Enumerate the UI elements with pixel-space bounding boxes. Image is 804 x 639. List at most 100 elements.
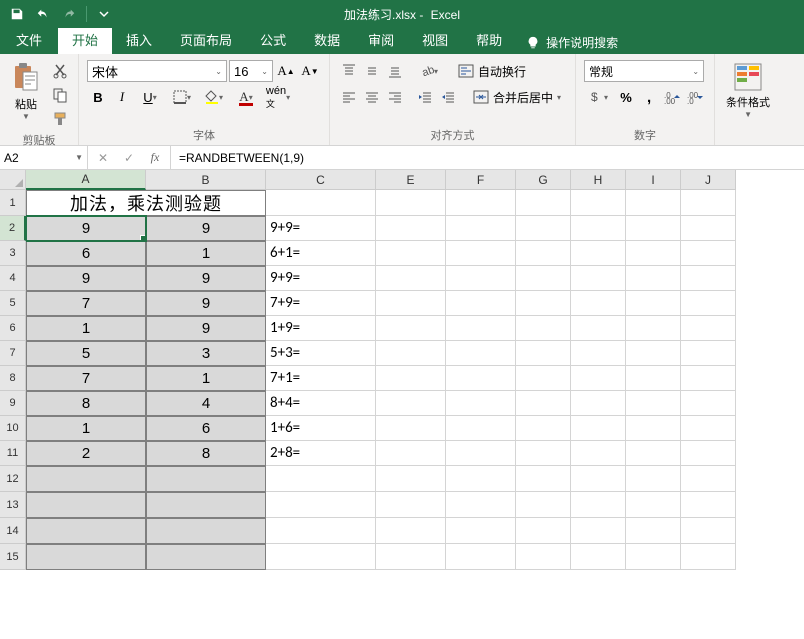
italic-button[interactable]: I xyxy=(111,86,133,108)
cell[interactable] xyxy=(571,216,626,241)
tab-home[interactable]: 开始 xyxy=(58,25,112,54)
cell[interactable] xyxy=(376,441,446,466)
cell[interactable] xyxy=(446,190,516,216)
cell[interactable] xyxy=(516,216,571,241)
increase-indent-button[interactable] xyxy=(437,86,459,108)
column-header-F[interactable]: F xyxy=(446,170,516,190)
row-header-12[interactable]: 12 xyxy=(0,466,26,492)
row-header-13[interactable]: 13 xyxy=(0,492,26,518)
wrap-text-button[interactable]: 自动换行 xyxy=(452,60,532,82)
cell[interactable] xyxy=(446,241,516,266)
cancel-formula-button[interactable]: ✕ xyxy=(90,146,116,169)
cell[interactable] xyxy=(571,291,626,316)
name-box[interactable]: ▼ xyxy=(0,146,88,169)
cell[interactable] xyxy=(266,190,376,216)
cell[interactable]: 1 xyxy=(26,416,146,441)
cell[interactable] xyxy=(376,416,446,441)
cell[interactable] xyxy=(26,466,146,492)
cell[interactable] xyxy=(681,492,736,518)
cell[interactable] xyxy=(626,291,681,316)
cell[interactable] xyxy=(376,216,446,241)
row-header-9[interactable]: 9 xyxy=(0,391,26,416)
cell[interactable] xyxy=(571,441,626,466)
cell[interactable] xyxy=(516,492,571,518)
column-header-E[interactable]: E xyxy=(376,170,446,190)
cell[interactable] xyxy=(446,341,516,366)
column-header-J[interactable]: J xyxy=(681,170,736,190)
cell[interactable] xyxy=(516,441,571,466)
cell[interactable] xyxy=(681,190,736,216)
cell[interactable]: 9 xyxy=(146,266,266,291)
cell[interactable] xyxy=(571,416,626,441)
cell[interactable] xyxy=(446,316,516,341)
cell[interactable]: 9 xyxy=(146,216,266,241)
cell[interactable] xyxy=(681,366,736,391)
cell[interactable] xyxy=(516,190,571,216)
format-painter-button[interactable] xyxy=(48,108,72,130)
cell[interactable]: 1 xyxy=(26,316,146,341)
undo-button[interactable] xyxy=(32,3,54,25)
cell[interactable]: 9 xyxy=(26,266,146,291)
column-header-H[interactable]: H xyxy=(571,170,626,190)
cell[interactable] xyxy=(681,266,736,291)
accept-formula-button[interactable]: ✓ xyxy=(116,146,142,169)
cell[interactable]: 2 xyxy=(26,441,146,466)
number-format-select[interactable]: 常规⌄ xyxy=(584,60,704,82)
comma-button[interactable]: , xyxy=(638,86,660,108)
cell[interactable] xyxy=(376,341,446,366)
tab-view[interactable]: 视图 xyxy=(408,25,462,54)
cell[interactable] xyxy=(376,241,446,266)
cell[interactable] xyxy=(376,366,446,391)
cell[interactable] xyxy=(626,492,681,518)
font-size-select[interactable]: 16⌄ xyxy=(229,60,273,82)
tab-file[interactable]: 文件 xyxy=(0,25,58,54)
row-header-3[interactable]: 3 xyxy=(0,241,26,266)
underline-button[interactable]: U ▾ xyxy=(135,86,165,108)
cell[interactable] xyxy=(266,466,376,492)
tab-formulas[interactable]: 公式 xyxy=(246,25,300,54)
cell[interactable] xyxy=(446,492,516,518)
row-header-10[interactable]: 10 xyxy=(0,416,26,441)
cell[interactable] xyxy=(516,241,571,266)
fill-color-button[interactable]: ▾ xyxy=(199,86,229,108)
cell[interactable] xyxy=(626,441,681,466)
decrease-font-button[interactable]: A▼ xyxy=(299,60,321,82)
cell[interactable] xyxy=(266,544,376,570)
cell[interactable]: 9+9= xyxy=(266,266,376,291)
tab-review[interactable]: 审阅 xyxy=(354,25,408,54)
cell[interactable] xyxy=(516,366,571,391)
align-right-button[interactable] xyxy=(384,86,406,108)
decrease-decimal-button[interactable]: .00.0 xyxy=(684,86,706,108)
cell[interactable] xyxy=(376,316,446,341)
cell[interactable] xyxy=(516,466,571,492)
cell[interactable] xyxy=(681,241,736,266)
cell[interactable] xyxy=(266,492,376,518)
cell[interactable] xyxy=(26,544,146,570)
cell[interactable]: 8 xyxy=(26,391,146,416)
cell[interactable] xyxy=(516,391,571,416)
cell[interactable] xyxy=(681,441,736,466)
column-header-B[interactable]: B xyxy=(146,170,266,190)
cell[interactable] xyxy=(516,266,571,291)
cell[interactable] xyxy=(571,266,626,291)
cell[interactable]: 8+4= xyxy=(266,391,376,416)
cell[interactable]: 2+8= xyxy=(266,441,376,466)
align-middle-button[interactable] xyxy=(361,60,383,82)
insert-function-button[interactable]: fx xyxy=(142,146,168,169)
cell[interactable] xyxy=(681,416,736,441)
border-button[interactable]: ▾ xyxy=(167,86,197,108)
cell[interactable] xyxy=(266,518,376,544)
cell[interactable] xyxy=(446,466,516,492)
increase-decimal-button[interactable]: .0.00 xyxy=(661,86,683,108)
cell[interactable] xyxy=(681,466,736,492)
cell[interactable] xyxy=(571,391,626,416)
cell[interactable] xyxy=(146,466,266,492)
name-box-input[interactable] xyxy=(4,151,64,165)
cell[interactable] xyxy=(446,216,516,241)
qat-customize-button[interactable] xyxy=(93,3,115,25)
conditional-format-button[interactable]: 条件格式 ▼ xyxy=(723,60,773,139)
cell[interactable] xyxy=(446,291,516,316)
cell[interactable] xyxy=(376,518,446,544)
cell[interactable] xyxy=(626,216,681,241)
cell[interactable] xyxy=(446,266,516,291)
